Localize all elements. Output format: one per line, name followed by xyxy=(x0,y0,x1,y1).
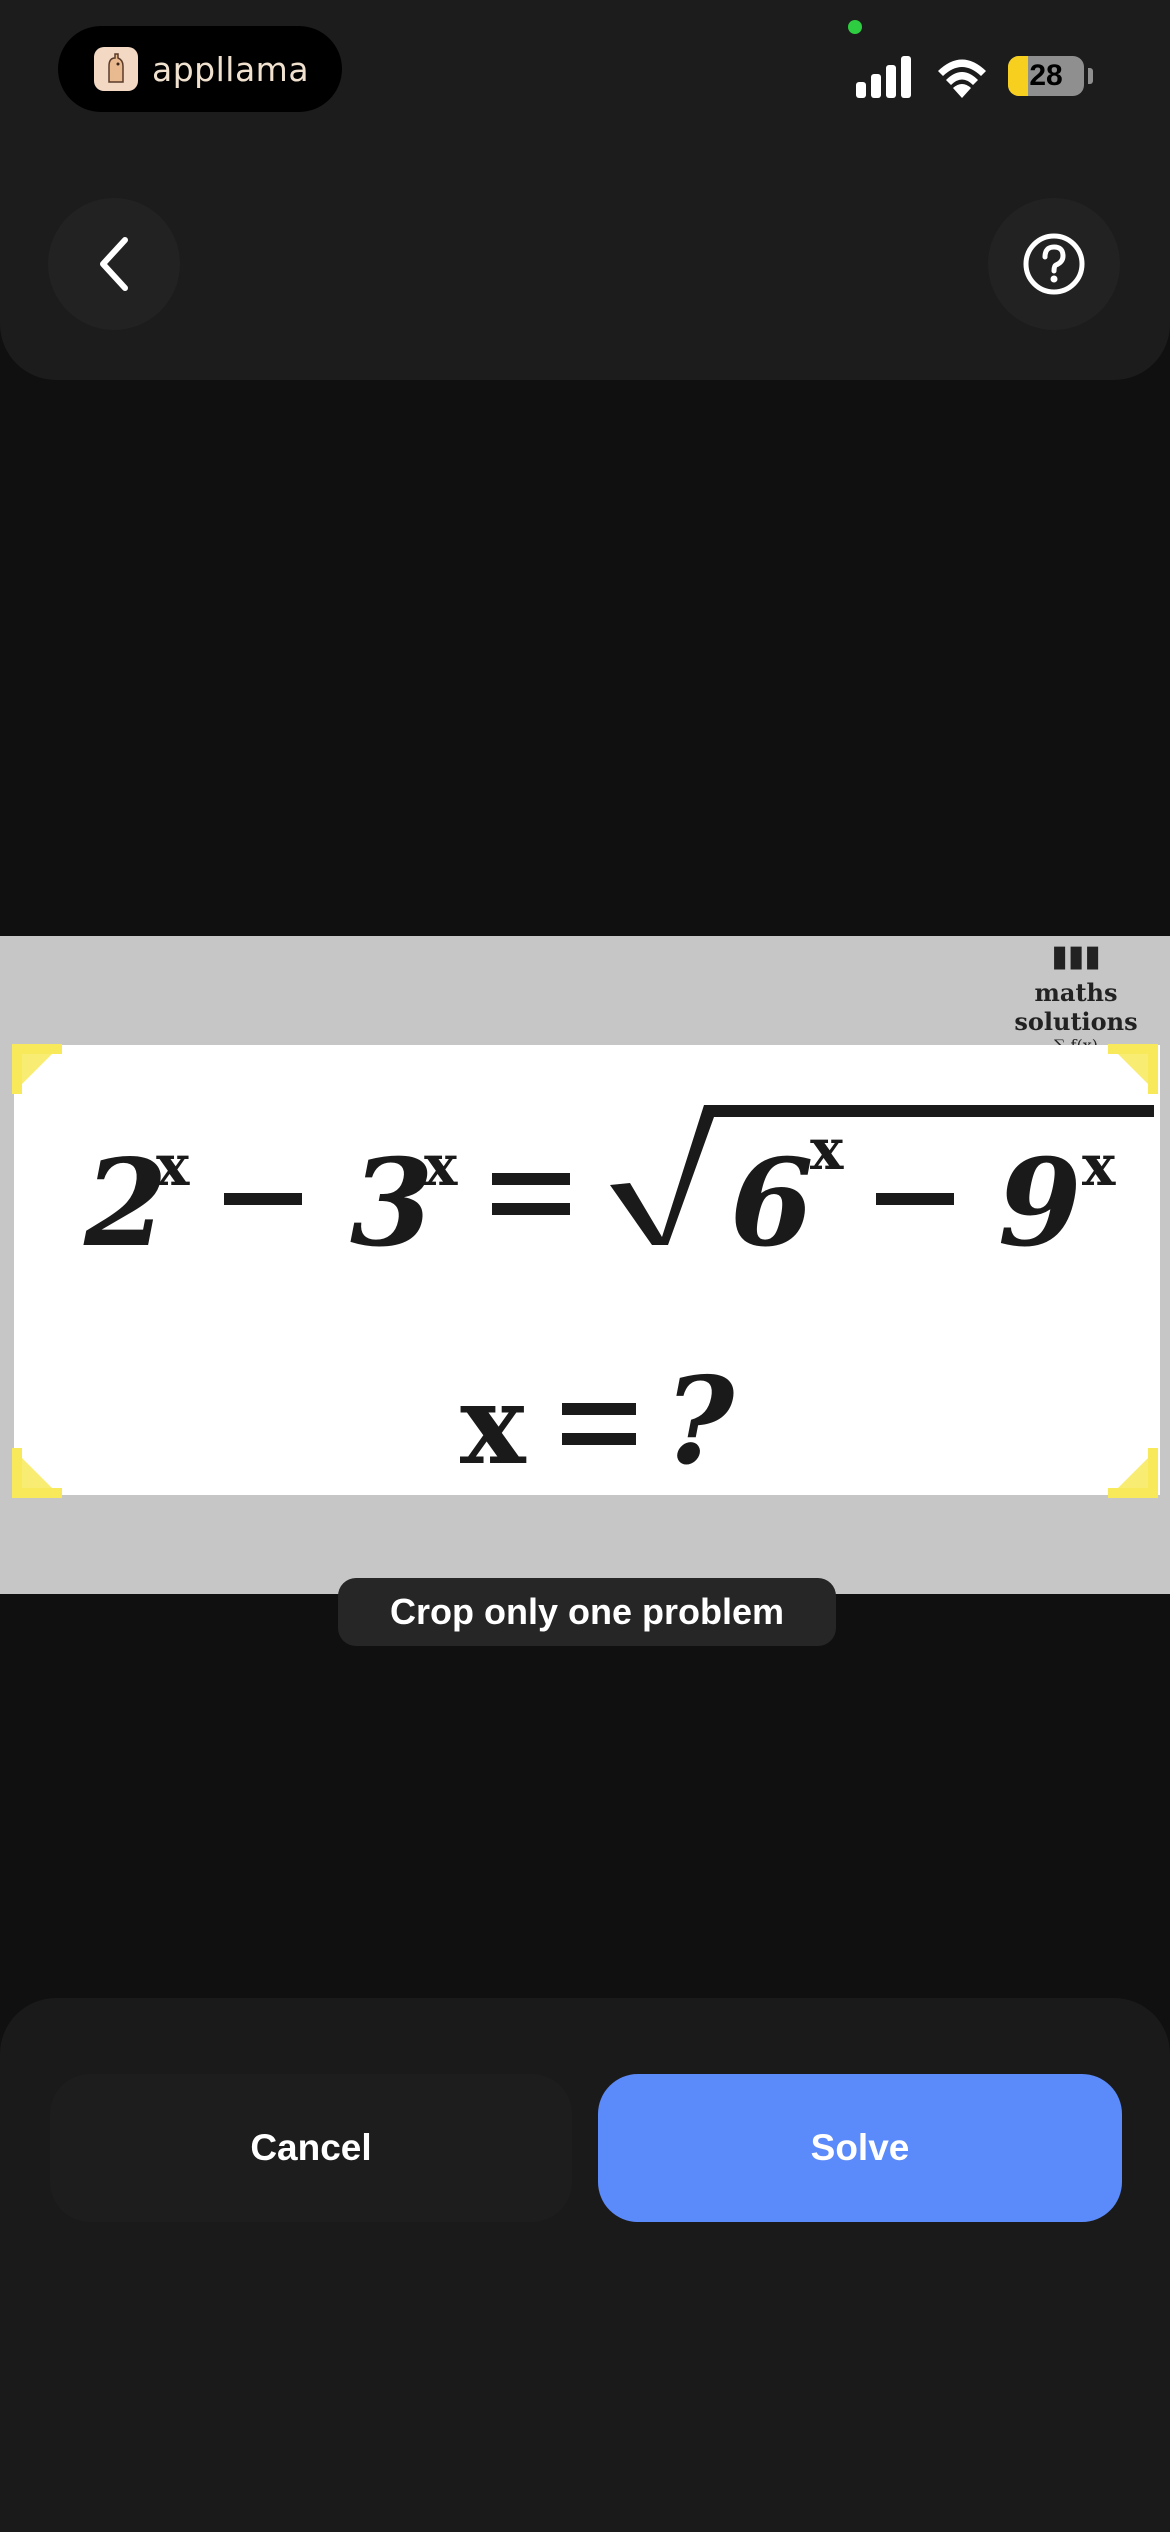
svg-text:x: x xyxy=(1082,1133,1116,1199)
crop-handle-bottom-left[interactable] xyxy=(8,1444,66,1502)
app-name: appllama xyxy=(152,49,310,89)
svg-text:x: x xyxy=(810,1117,844,1183)
crop-handle-top-left[interactable] xyxy=(8,1040,66,1098)
watermark-title: maths solutions xyxy=(1014,978,1138,1036)
crop-region[interactable]: 2 x 3 x 6 x 9 x x ? xyxy=(14,1045,1160,1495)
question-circle-icon xyxy=(1023,233,1085,295)
battery-level: 28 xyxy=(1029,59,1063,92)
signal-icon xyxy=(856,56,911,98)
bottom-action-bar: Cancel Solve xyxy=(0,1998,1170,2532)
battery-tip xyxy=(1088,68,1093,84)
svg-text:3: 3 xyxy=(350,1133,434,1274)
crop-handle-bottom-right[interactable] xyxy=(1104,1444,1162,1502)
svg-text:6: 6 xyxy=(730,1133,814,1274)
llama-logo-icon xyxy=(94,47,138,91)
svg-text:x: x xyxy=(156,1133,190,1199)
chevron-left-icon xyxy=(100,237,128,291)
battery-icon: 28 xyxy=(1008,56,1084,96)
wifi-icon xyxy=(938,59,986,98)
bar-chart-icon: ▮▮▮ xyxy=(1051,939,1101,974)
svg-text:x: x xyxy=(424,1133,458,1199)
svg-text:x: x xyxy=(460,1360,527,1489)
camera-indicator xyxy=(848,20,862,34)
watermark: ▮▮▮ maths solutions ∑ f(x) xyxy=(986,936,1166,1056)
crop-hint: Crop only one problem xyxy=(338,1578,836,1646)
cancel-button[interactable]: Cancel xyxy=(50,2074,572,2222)
back-button[interactable] xyxy=(48,198,180,330)
svg-text:2: 2 xyxy=(83,1133,168,1274)
crop-handle-top-right[interactable] xyxy=(1104,1040,1162,1098)
svg-text:9: 9 xyxy=(998,1133,1082,1274)
app-pill[interactable]: appllama xyxy=(58,26,342,112)
help-button[interactable] xyxy=(988,198,1120,330)
solve-button[interactable]: Solve xyxy=(598,2074,1122,2222)
equation-image: 2 x 3 x 6 x 9 x x ? xyxy=(83,1105,1154,1492)
svg-text:?: ? xyxy=(664,1351,736,1492)
